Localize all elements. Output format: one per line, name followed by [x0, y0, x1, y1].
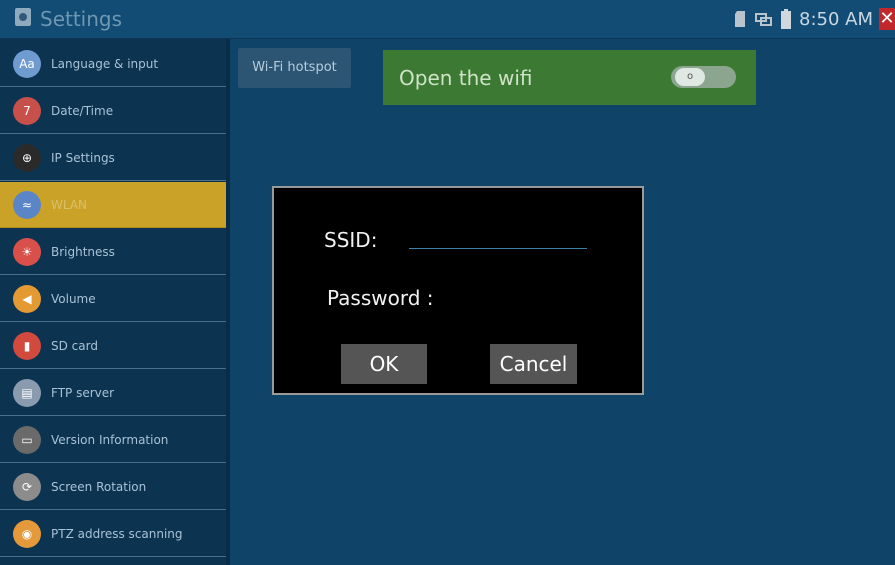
language-icon: Aa	[13, 49, 41, 78]
sidebar-item[interactable]: ▮ SD card	[0, 323, 226, 369]
ssid-label: SSID:	[324, 228, 378, 252]
sidebar-item[interactable]: Aa Language & input	[0, 41, 226, 87]
sd-card-icon	[735, 11, 745, 27]
sidebar-item-label: IP Settings	[51, 150, 115, 165]
sidebar-item-label: Version Information	[51, 432, 169, 447]
sidebar-item[interactable]: ⊕ IP Settings	[0, 135, 226, 181]
sidebar-item[interactable]: ⟳ Screen Rotation	[0, 464, 226, 510]
wifi-toggle-row[interactable]: Open the wifi o	[383, 50, 756, 105]
monitor-icon: ▭	[13, 425, 41, 454]
wifi-label: Open the wifi	[399, 66, 533, 90]
sidebar-divider	[226, 39, 230, 565]
server-icon: ▤	[13, 378, 41, 407]
title-bar: Settings 8:50 AM ✕	[0, 0, 895, 39]
sidebar-item-label: PTZ address scanning	[51, 526, 183, 541]
close-icon[interactable]: ✕	[879, 8, 895, 30]
sidebar-item-label: Screen Rotation	[51, 479, 147, 494]
wifi-toggle[interactable]: o	[671, 66, 736, 88]
sidebar-item-label: WLAN	[51, 197, 88, 212]
rotate-icon: ⟳	[13, 472, 41, 501]
sidebar-item[interactable]: ☀ Brightness	[0, 229, 226, 275]
toggle-knob: o	[675, 68, 705, 86]
sidebar-item-label: Language & input	[51, 56, 159, 71]
sidebar-item-label: FTP server	[51, 385, 115, 400]
password-label: Password :	[327, 286, 434, 310]
sidebar-item-label: SD card	[51, 338, 98, 353]
sidebar-item-label: Volume	[51, 291, 96, 306]
wifi-icon: ≈	[13, 190, 41, 219]
network-icon	[755, 13, 772, 26]
clock: 8:50 AM	[799, 8, 873, 30]
hotspot-dialog: SSID: Password : OK Cancel	[272, 186, 644, 395]
sidebar-item[interactable]: ◉ PTZ address scanning	[0, 511, 226, 557]
globe-icon: ⊕	[13, 143, 41, 172]
sidebar-item-label: Date/Time	[51, 103, 114, 118]
speaker-icon: ◀	[13, 284, 41, 313]
sidebar-item[interactable]: ≈ WLAN	[0, 182, 226, 228]
sidebar-item[interactable]: 7 Date/Time	[0, 88, 226, 134]
settings-sidebar: Aa Language & input 7 Date/Time ⊕ IP Settings…	[0, 39, 229, 565]
ssid-input[interactable]	[409, 230, 587, 249]
sun-icon: ☀	[13, 237, 41, 266]
sd-card-icon: ▮	[13, 331, 41, 360]
ok-button[interactable]: OK	[341, 344, 427, 384]
cancel-button[interactable]: Cancel	[490, 344, 577, 384]
calendar-icon: 7	[13, 96, 41, 125]
sidebar-item-label: Brightness	[51, 244, 115, 259]
sidebar-item[interactable]: ▭ Version Information	[0, 417, 226, 463]
tab-wifi-hotspot[interactable]: Wi-Fi hotspot	[238, 48, 351, 88]
battery-icon	[781, 9, 791, 29]
ptz-icon: ◉	[13, 519, 41, 548]
sidebar-item[interactable]: ◀ Volume	[0, 276, 226, 322]
status-bar: 8:50 AM ✕	[735, 0, 895, 38]
sidebar-item[interactable]: ▤ FTP server	[0, 370, 226, 416]
settings-icon	[15, 8, 31, 26]
app-title: Settings	[40, 7, 123, 31]
